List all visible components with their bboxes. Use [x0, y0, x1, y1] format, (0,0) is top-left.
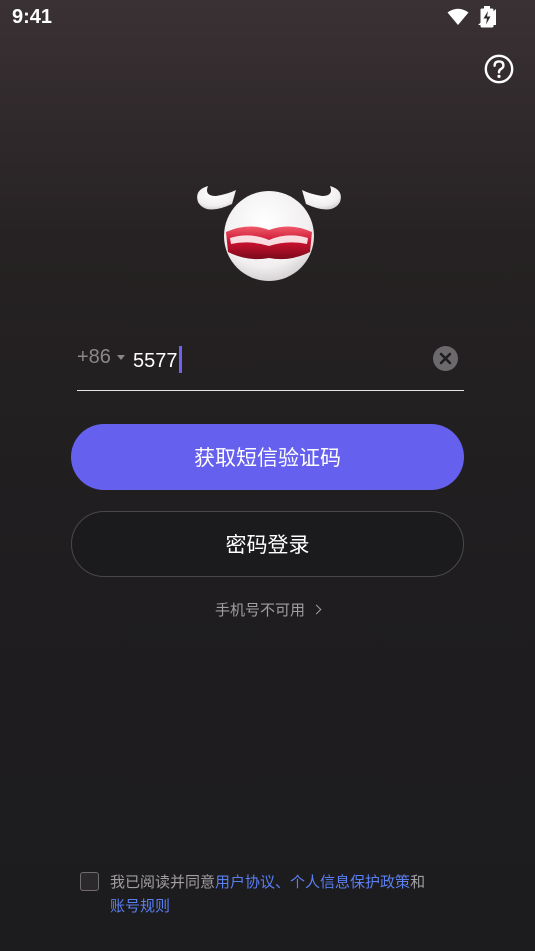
country-code-selector[interactable]: +86 — [77, 346, 111, 369]
agreement-prefix: 我已阅读并同意 — [110, 873, 216, 891]
status-time: 9:41 — [12, 6, 53, 28]
phone-input-row: +86 5577 — [77, 338, 464, 391]
agreement-conjunction: 和 — [410, 873, 426, 891]
account-rules-link[interactable]: 账号规则 — [110, 897, 170, 915]
question-circle-icon — [484, 54, 514, 84]
help-button[interactable] — [484, 54, 514, 84]
phone-unavailable-label: 手机号不可用 — [214, 601, 305, 619]
password-login-label: 密码登录 — [225, 533, 310, 557]
clear-circle-icon — [433, 346, 458, 371]
phone-number-value: 5577 — [133, 350, 178, 372]
phone-number-input[interactable]: 5577 — [133, 346, 182, 373]
chevron-right-icon — [311, 604, 322, 615]
user-agreement-link[interactable]: 用户协议 — [215, 873, 275, 891]
text-cursor — [178, 346, 182, 373]
phone-unavailable-link-row: 手机号不可用 — [0, 599, 535, 620]
get-sms-code-label: 获取短信验证码 — [194, 446, 341, 470]
privacy-policy-link[interactable]: 个人信息保护政策 — [290, 873, 410, 891]
agreement-separator: 、 — [275, 873, 291, 891]
agreement-checkbox[interactable] — [80, 872, 99, 891]
get-sms-code-button[interactable]: 获取短信验证码 — [71, 424, 464, 490]
battery-charging-icon — [480, 6, 494, 28]
agreement-text: 我已阅读并同意用户协议、个人信息保护政策和账号规则 — [110, 870, 470, 918]
mascot-logo — [197, 186, 341, 281]
status-bar: 9:41 — [0, 0, 535, 36]
country-code-dropdown-icon[interactable] — [117, 355, 125, 360]
phone-unavailable-link[interactable]: 手机号不可用 — [214, 601, 322, 619]
wifi-icon — [447, 8, 469, 25]
clear-input-button[interactable] — [433, 346, 458, 371]
password-login-button[interactable]: 密码登录 — [71, 511, 464, 577]
